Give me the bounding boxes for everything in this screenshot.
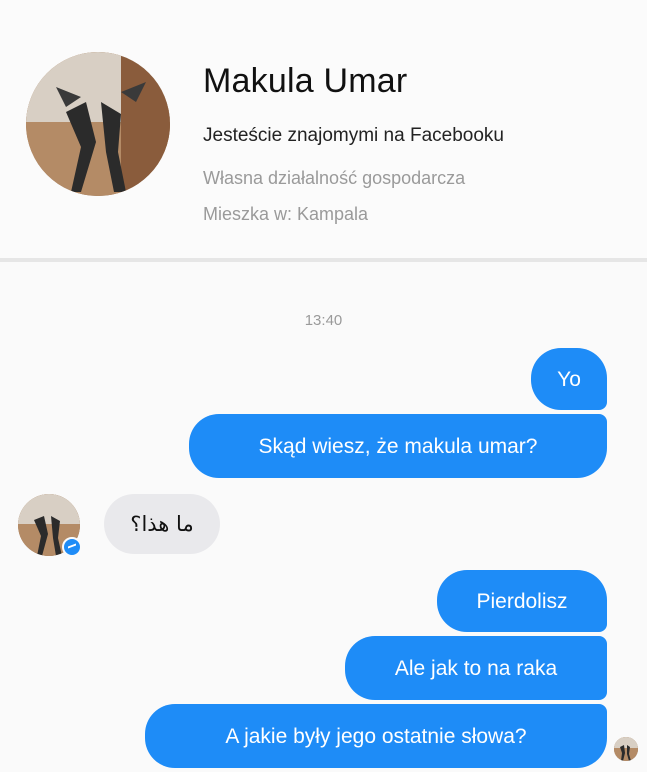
message-timestamp: 13:40 [304, 312, 343, 329]
outgoing-message[interactable]: Pierdolisz [437, 570, 607, 632]
profile-header: Makula Umar Jesteście znajomymi na Faceb… [0, 0, 647, 258]
header-divider [0, 258, 647, 262]
contact-work: Własna działalność gospodarcza [203, 168, 466, 188]
incoming-message[interactable]: ما هذا؟ [104, 494, 220, 554]
outgoing-message[interactable]: Skąd wiesz, że makula umar? [189, 414, 607, 478]
seen-avatar [614, 737, 638, 761]
contact-name: Makula Umar [203, 62, 408, 100]
outgoing-message[interactable]: Yo [531, 348, 607, 410]
outgoing-message[interactable]: A jakie były jego ostatnie słowa? [145, 704, 607, 768]
profile-photo[interactable] [26, 52, 170, 196]
friends-status: Jesteście znajomymi na Facebooku [203, 125, 504, 146]
contact-location: Mieszka w: Kampala [203, 204, 369, 224]
outgoing-message[interactable]: Ale jak to na raka [345, 636, 607, 700]
messenger-badge-icon [62, 537, 82, 557]
